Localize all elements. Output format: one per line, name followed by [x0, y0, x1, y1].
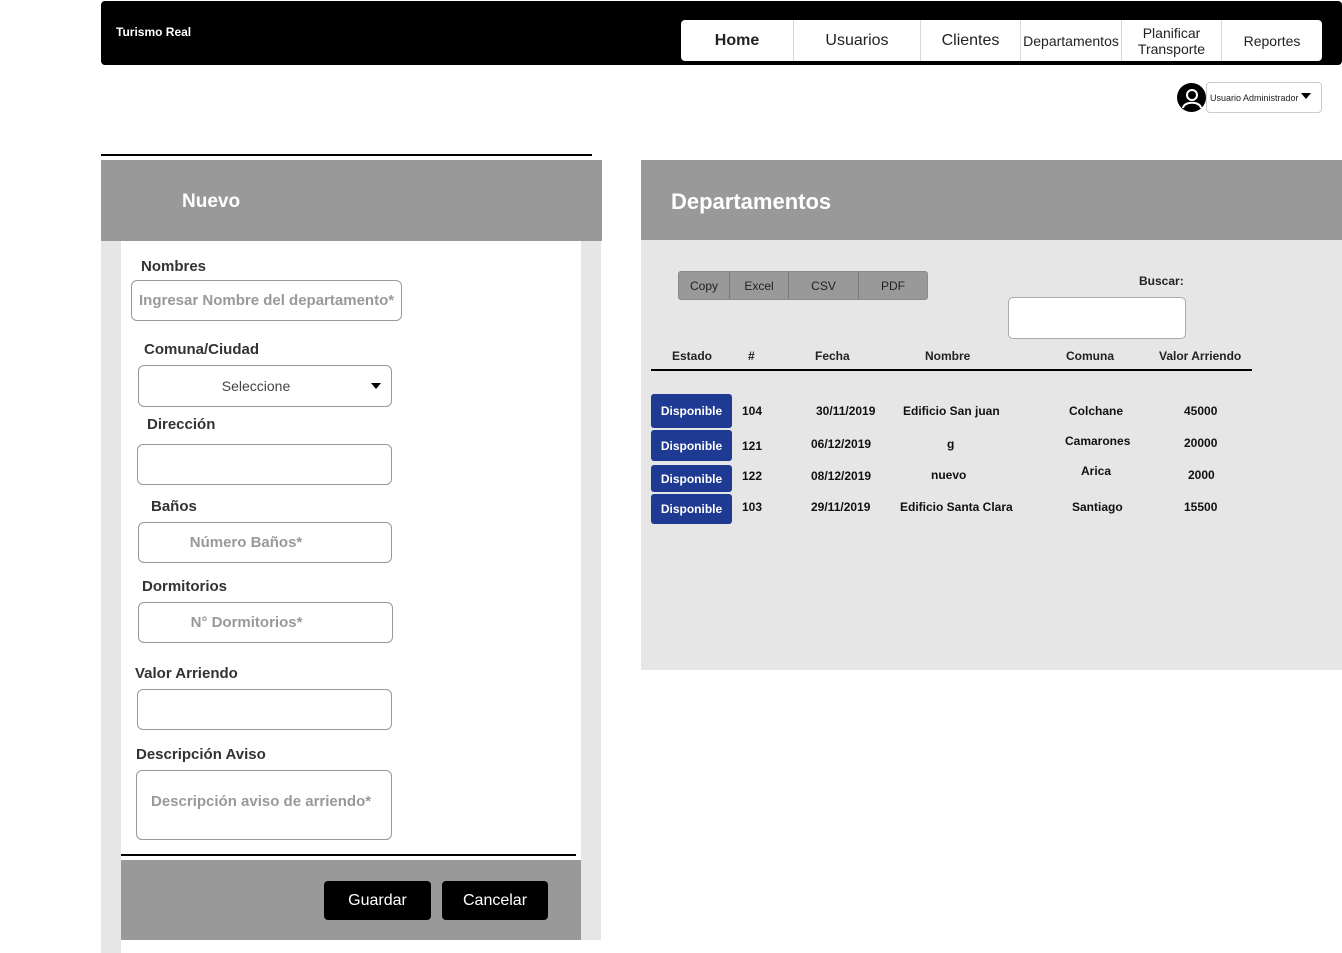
valor-arriendo-input[interactable] [137, 689, 392, 730]
direccion-input[interactable] [137, 444, 392, 485]
banos-label: Baños [151, 498, 197, 515]
comuna-select[interactable]: Seleccione [138, 365, 392, 407]
status-badge[interactable]: Disponible [651, 494, 732, 524]
comuna-label: Comuna/Ciudad [144, 341, 259, 358]
divider [121, 854, 576, 856]
cell-id: 104 [742, 404, 763, 418]
cell-fecha: 06/12/2019 [811, 437, 872, 451]
cell-nombre: Edificio Santa Clara [900, 500, 1013, 514]
cell-nombre: nuevo [931, 468, 967, 482]
form-title: Nuevo [182, 191, 241, 212]
cell-comuna: Santiago [1072, 500, 1123, 514]
column-header-estado[interactable]: Estado [672, 349, 712, 363]
nav-usuarios[interactable]: Usuarios [794, 20, 921, 61]
valor-arriendo-label: Valor Arriendo [135, 665, 238, 682]
cell-valor: 15500 [1184, 500, 1218, 514]
save-button[interactable]: Guardar [324, 881, 431, 920]
pdf-button[interactable]: PDF [859, 272, 927, 299]
dormitorios-label: Dormitorios [142, 578, 228, 595]
dormitorios-input[interactable]: N° Dormitorios* [138, 602, 393, 643]
divider [101, 154, 592, 156]
nav-home[interactable]: Home [681, 20, 794, 61]
column-header-nombre[interactable]: Nombre [925, 349, 970, 363]
form-border-left [101, 241, 121, 953]
search-label: Buscar: [1139, 274, 1184, 288]
column-header-fecha[interactable]: Fecha [815, 349, 850, 363]
descripcion-textarea[interactable]: Descripción aviso de arriendo* [136, 770, 392, 840]
copy-button[interactable]: Copy [679, 272, 730, 299]
descripcion-label: Descripción Aviso [136, 746, 266, 763]
status-badge[interactable]: Disponible [651, 394, 732, 428]
cancel-button[interactable]: Cancelar [442, 881, 548, 920]
main-nav: Home Usuarios Clientes Departamentos Pla… [681, 20, 1322, 61]
nav-reportes[interactable]: Reportes [1222, 20, 1322, 61]
cell-valor: 45000 [1184, 404, 1218, 418]
cell-valor: 2000 [1188, 468, 1215, 482]
user-icon[interactable] [1177, 83, 1206, 112]
cell-nombre: Edificio San juan [903, 404, 1000, 418]
table-title: Departamentos [671, 189, 832, 214]
banos-placeholder: Número Baños* [189, 534, 303, 551]
cell-comuna: Camarones [1065, 434, 1131, 448]
column-header-valor[interactable]: Valor Arriendo [1159, 349, 1241, 363]
form-header [101, 160, 602, 241]
column-header-comuna[interactable]: Comuna [1066, 349, 1114, 363]
cell-valor: 20000 [1184, 436, 1218, 450]
search-input[interactable] [1008, 297, 1186, 339]
nombres-label: Nombres [141, 258, 207, 275]
direccion-label: Dirección [147, 416, 216, 433]
brand-logo[interactable]: Turismo Real [116, 25, 191, 39]
column-header-id[interactable]: # [748, 349, 755, 363]
comuna-select-value: Seleccione [221, 378, 291, 394]
nav-departamentos[interactable]: Departamentos [1021, 20, 1122, 61]
cell-fecha: 29/11/2019 [811, 500, 871, 514]
chevron-down-icon[interactable] [1301, 93, 1311, 99]
csv-button[interactable]: CSV [789, 272, 859, 299]
chevron-down-icon[interactable] [371, 383, 381, 389]
export-button-group: Copy Excel CSV PDF [678, 271, 928, 300]
banos-input[interactable]: Número Baños* [138, 522, 392, 563]
cell-nombre: g [947, 437, 955, 451]
excel-button[interactable]: Excel [730, 272, 789, 299]
cell-fecha: 08/12/2019 [811, 469, 872, 483]
dormitorios-placeholder: N° Dormitorios* [190, 614, 303, 631]
cell-comuna: Arica [1081, 464, 1112, 478]
divider [651, 369, 1252, 371]
cell-fecha: 30/11/2019 [816, 404, 876, 418]
nav-planificar-transporte[interactable]: Planificar Transporte [1122, 20, 1222, 61]
nav-clientes[interactable]: Clientes [921, 20, 1021, 61]
form-border-right [581, 241, 601, 940]
cell-comuna: Colchane [1069, 404, 1124, 418]
status-badge[interactable]: Disponible [651, 430, 732, 461]
nombres-input[interactable]: Ingresar Nombre del departamento* [131, 280, 402, 321]
status-badge[interactable]: Disponible [651, 465, 732, 492]
cell-id: 121 [742, 439, 763, 453]
descripcion-placeholder: Descripción aviso de arriendo* [151, 793, 372, 810]
cell-id: 122 [742, 469, 763, 483]
nombres-placeholder: Ingresar Nombre del departamento* [139, 292, 395, 309]
cell-id: 103 [742, 500, 763, 514]
